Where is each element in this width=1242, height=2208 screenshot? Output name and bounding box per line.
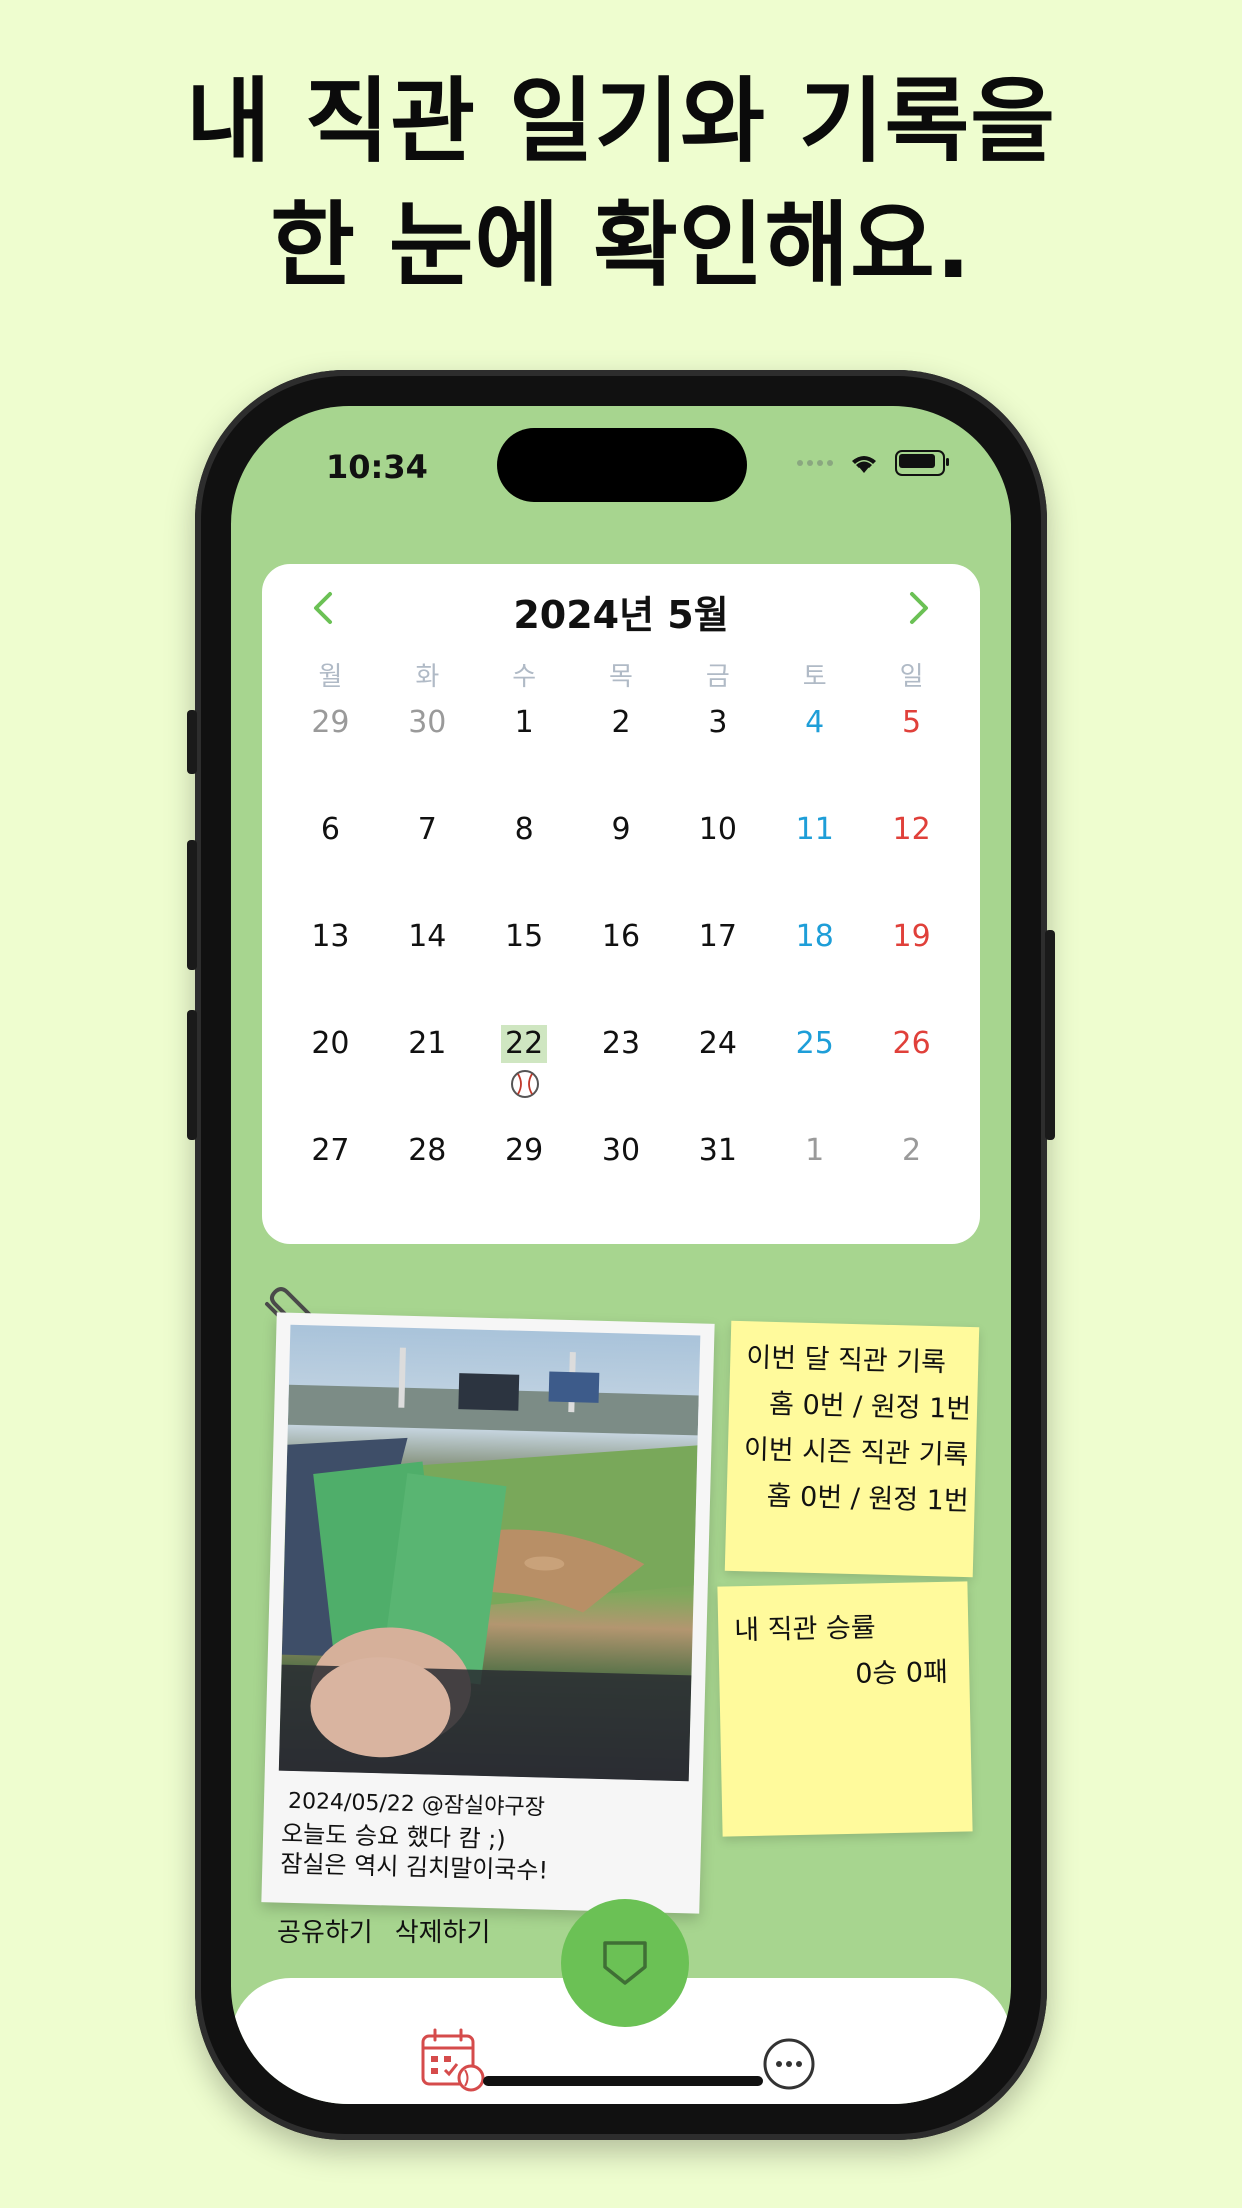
season-label: 이번 시즌 직관 기록 xyxy=(743,1434,969,1472)
volume-up-button xyxy=(187,840,197,970)
monthly-value: 홈 0번 / 원정 1번 xyxy=(768,1388,972,1426)
calendar-day[interactable]: 18 xyxy=(766,918,863,1025)
calendar-day[interactable]: 19 xyxy=(863,918,960,1025)
calendar-day[interactable]: 3 xyxy=(669,704,766,811)
power-button xyxy=(1045,930,1055,1140)
weekday-label: 토 xyxy=(802,662,827,692)
winrate-label: 내 직관 승률 xyxy=(734,1612,877,1647)
diary-memo-line: 잠실은 역시 김치말이국수! xyxy=(280,1849,549,1885)
calendar-day[interactable]: 6 xyxy=(282,811,379,918)
calendar-day[interactable]: 15 xyxy=(476,918,573,1025)
calendar-day[interactable]: 26 xyxy=(863,1025,960,1132)
weekday-label: 목 xyxy=(609,662,633,692)
diary-actions: 공유하기 삭제하기 xyxy=(277,1912,490,1949)
calendar-day[interactable]: 21 xyxy=(379,1025,476,1132)
calendar-day[interactable]: 7 xyxy=(379,811,476,918)
calendar-day[interactable]: 24 xyxy=(669,1025,766,1132)
home-plate-icon xyxy=(603,1941,647,1985)
stadium-photo xyxy=(278,1324,701,1782)
calendar-day[interactable]: 16 xyxy=(573,918,670,1025)
calendar-day[interactable]: 28 xyxy=(379,1132,476,1239)
app-screen: 10:34 2024년 5월 월 화 수 목 금 토 일 29 30 1 2 3… xyxy=(231,406,1011,2104)
wifi-icon xyxy=(852,456,876,473)
calendar-day[interactable]: 2 xyxy=(863,1132,960,1239)
calendar-day[interactable]: 12 xyxy=(863,811,960,918)
calendar-day[interactable]: 8 xyxy=(476,811,573,918)
calendar-day[interactable]: 4 xyxy=(766,704,863,811)
calendar-week: 29 30 1 2 3 4 5 xyxy=(282,704,960,811)
calendar-day[interactable]: 30 xyxy=(379,704,476,811)
calendar-day[interactable]: 2 xyxy=(573,704,670,811)
weekday-label: 금 xyxy=(705,662,730,692)
winrate-note: 내 직관 승률 0승 0패 xyxy=(717,1581,973,1837)
calendar-day[interactable]: 30 xyxy=(573,1132,670,1239)
home-plate-button[interactable] xyxy=(561,1899,689,2027)
calendar-day[interactable]: 1 xyxy=(766,1132,863,1239)
action-button xyxy=(187,710,197,774)
headline-line2: 한 눈에 확인해요. xyxy=(270,192,972,299)
calendar-day[interactable]: 5 xyxy=(863,704,960,811)
diary-memo: 오늘도 승요 했다 캄 ;) 잠실은 역시 김치말이국수! xyxy=(280,1819,549,1886)
calendar-grid: 29 30 1 2 3 4 5 6 7 8 9 10 11 12 13 14 1… xyxy=(282,704,960,1239)
stats-note: 이번 달 직관 기록 홈 0번 / 원정 1번 이번 시즌 직관 기록 홈 0번… xyxy=(724,1320,980,1578)
home-indicator xyxy=(483,2076,763,2086)
calendar-day[interactable]: 23 xyxy=(573,1025,670,1132)
calendar-day[interactable]: 14 xyxy=(379,918,476,1025)
headline-line1: 내 직관 일기와 기록을 xyxy=(186,68,1056,175)
signal-icon xyxy=(797,460,833,466)
calendar-week: 13 14 15 16 17 18 19 xyxy=(282,918,960,1025)
winrate-value: 0승 0패 xyxy=(854,1656,949,1690)
weekday-header: 월 화 수 목 금 토 일 xyxy=(282,656,960,693)
calendar-day[interactable]: 29 xyxy=(282,704,379,811)
calendar-day[interactable]: 17 xyxy=(669,918,766,1025)
weekday-label: 월 xyxy=(318,662,343,692)
calendar-day[interactable]: 13 xyxy=(282,918,379,1025)
dynamic-island xyxy=(497,428,747,502)
volume-down-button xyxy=(187,1010,197,1140)
weekday-label: 수 xyxy=(512,662,537,692)
season-value: 홈 0번 / 원정 1번 xyxy=(766,1480,970,1518)
calendar-week: 6 7 8 9 10 11 12 xyxy=(282,811,960,918)
calendar-week: 20 21 22 23 24 25 26 xyxy=(282,1025,960,1132)
status-icons xyxy=(797,450,949,476)
calendar-day[interactable]: 10 xyxy=(669,811,766,918)
weekday-label: 일 xyxy=(899,662,924,692)
calendar-day[interactable]: 20 xyxy=(282,1025,379,1132)
calendar-day[interactable]: 11 xyxy=(766,811,863,918)
calendar-day[interactable]: 27 xyxy=(282,1132,379,1239)
calendar-day[interactable]: 29 xyxy=(476,1132,573,1239)
monthly-label: 이번 달 직관 기록 xyxy=(745,1342,947,1379)
calendar-week: 27 28 29 30 31 1 2 xyxy=(282,1132,960,1239)
calendar-card: 2024년 5월 월 화 수 목 금 토 일 29 30 1 2 3 4 5 6… xyxy=(262,564,980,1244)
calendar-day[interactable]: 31 xyxy=(669,1132,766,1239)
phone-frame: 10:34 2024년 5월 월 화 수 목 금 토 일 29 30 1 2 3… xyxy=(187,370,1055,2140)
weekday-label: 화 xyxy=(415,662,440,692)
calendar-day-selected[interactable]: 22 xyxy=(476,1025,573,1132)
headline: 내 직관 일기와 기록을 한 눈에 확인해요. xyxy=(0,60,1242,308)
baseball-icon xyxy=(510,1070,539,1098)
share-button[interactable]: 공유하기 xyxy=(277,1912,373,1949)
status-time: 10:34 xyxy=(326,448,428,486)
calendar-day[interactable]: 1 xyxy=(476,704,573,811)
stadium-illustration xyxy=(278,1347,699,1782)
battery-icon xyxy=(895,450,949,476)
chevron-right-icon[interactable] xyxy=(900,588,936,628)
calendar-day[interactable]: 9 xyxy=(573,811,670,918)
more-icon[interactable] xyxy=(761,2036,817,2092)
delete-button[interactable]: 삭제하기 xyxy=(395,1912,491,1949)
diary-photo-card[interactable]: 2024/05/22 @잠실야구장 오늘도 승요 했다 캄 ;) 잠실은 역시 … xyxy=(261,1312,715,1914)
calendar-month-title: 2024년 5월 xyxy=(513,593,729,637)
diary-date-place: 2024/05/22 @잠실야구장 xyxy=(287,1788,546,1821)
calendar-baseball-icon[interactable] xyxy=(417,2024,487,2094)
calendar-day[interactable]: 25 xyxy=(766,1025,863,1132)
